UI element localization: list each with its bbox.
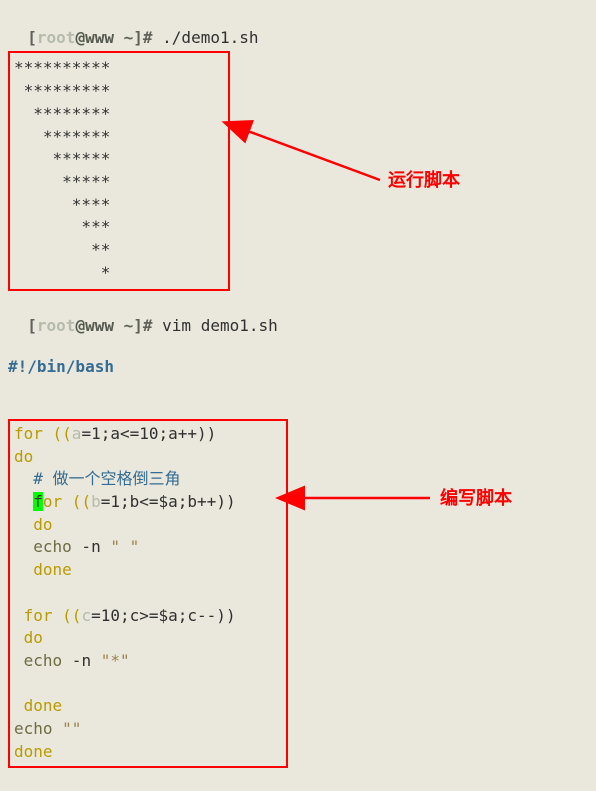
prompt-line-run: [root@www ~]# ./demo1.sh — [8, 4, 588, 49]
prompt-command: ./demo1.sh — [153, 28, 259, 47]
annot-write-script: 编写脚本 — [440, 486, 512, 512]
shebang-line: #!/bin/bash — [8, 356, 588, 379]
script-source-box: for ((a=1;a<=10;a++)) do # 做一个空格倒三角 for … — [8, 419, 288, 768]
prompt-close-bracket: ] — [133, 28, 143, 47]
script-output: ********** ********* ******** ******* **… — [14, 57, 228, 284]
script-source: for ((a=1;a<=10;a++)) do # 做一个空格倒三角 for … — [14, 423, 282, 764]
prompt-hash: # — [143, 28, 153, 47]
prompt-host: www — [85, 28, 114, 47]
prompt-open-bracket: [ — [27, 28, 37, 47]
annot-run-script: 运行脚本 — [388, 168, 460, 194]
prompt-dir: ~ — [114, 28, 133, 47]
prompt-at: @ — [75, 28, 85, 47]
script-output-box: ********** ********* ******** ******* **… — [8, 51, 230, 290]
prompt-line-vim: [root@www ~]# vim demo1.sh — [8, 293, 588, 338]
prompt-user: root — [37, 28, 76, 47]
cursor: f — [33, 492, 43, 511]
